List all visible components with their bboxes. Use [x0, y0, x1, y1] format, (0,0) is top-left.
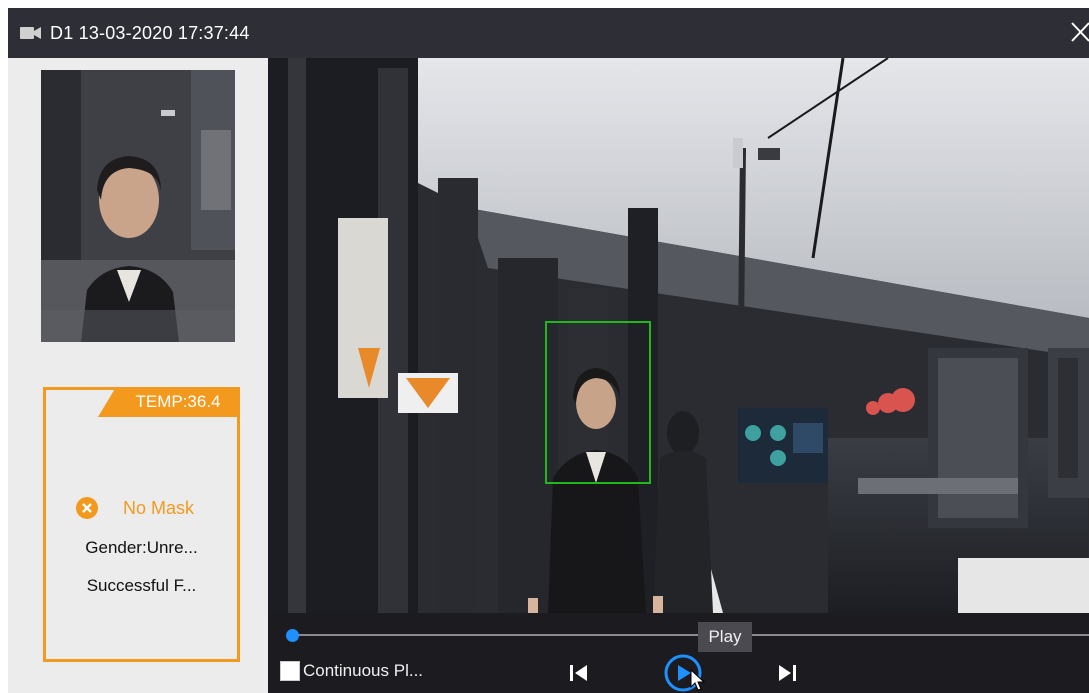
play-tooltip: Play	[698, 622, 752, 652]
continuous-play-label: Continuous Pl...	[303, 661, 424, 680]
temperature-badge: TEMP:36.4	[98, 387, 240, 417]
skip-previous-icon[interactable]	[568, 663, 590, 683]
gender-label: Gender:Unre...	[85, 538, 198, 557]
mask-status-row: No Mask	[76, 497, 194, 519]
video-camera-icon	[20, 26, 42, 40]
mask-status-label: No Mask	[123, 497, 195, 518]
mouse-cursor-icon	[690, 668, 706, 691]
title-bar: D1 13-03-2020 17:37:44	[8, 8, 1089, 58]
x-circle-icon	[76, 497, 98, 519]
progress-handle[interactable]	[286, 629, 299, 642]
continuous-play-toggle[interactable]: Continuous Pl...	[280, 661, 423, 681]
top-margin	[0, 0, 1089, 8]
window-title: D1 13-03-2020 17:37:44	[50, 22, 250, 43]
skip-next-icon[interactable]	[776, 663, 798, 683]
face-snapshot[interactable]	[41, 70, 235, 342]
close-icon[interactable]	[1069, 20, 1089, 44]
result-label: Successful F...	[86, 576, 197, 595]
face-detection-box	[545, 321, 651, 484]
detection-info-card: TEMP:36.4 No Mask Gender:Unre... Success…	[43, 387, 240, 662]
left-margin	[0, 0, 8, 693]
progress-track[interactable]	[292, 634, 1089, 636]
video-playback-area[interactable]	[268, 58, 1089, 613]
playback-controls: Play Continuous Pl...	[268, 613, 1089, 693]
continuous-play-checkbox[interactable]	[280, 661, 300, 681]
detection-side-panel: TEMP:36.4 No Mask Gender:Unre... Success…	[8, 58, 268, 693]
